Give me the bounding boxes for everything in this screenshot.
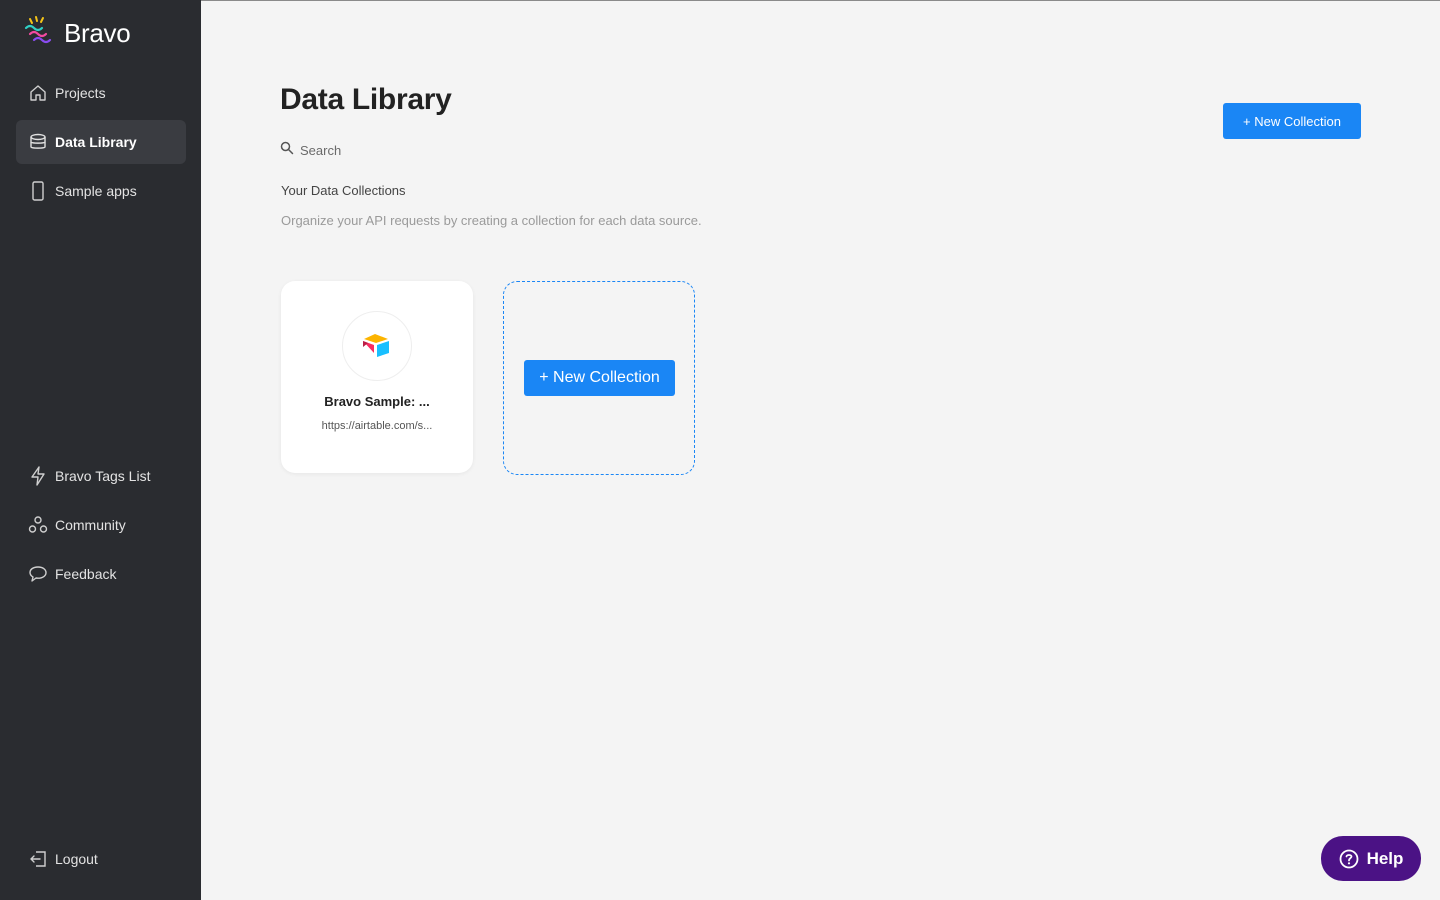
new-collection-card: + New Collection xyxy=(503,281,695,475)
collection-url: https://airtable.com/s... xyxy=(321,420,433,432)
chat-bubble-icon xyxy=(28,564,48,584)
new-collection-button[interactable]: + New Collection xyxy=(1223,103,1361,139)
sidebar-item-label: Feedback xyxy=(55,566,117,582)
section-description: Organize your API requests by creating a… xyxy=(281,213,702,228)
sidebar-item-label: Projects xyxy=(55,85,106,101)
question-circle-icon xyxy=(1339,849,1359,869)
bravo-logo-icon xyxy=(22,14,56,53)
home-icon xyxy=(28,83,48,103)
collection-card[interactable]: Bravo Sample: ... https://airtable.com/s… xyxy=(281,281,473,473)
sidebar-item-label: Community xyxy=(55,517,126,533)
help-button[interactable]: Help xyxy=(1321,836,1421,881)
airtable-logo-icon xyxy=(342,311,412,381)
sidebar-item-community[interactable]: Community xyxy=(16,503,186,547)
sidebar-item-sample-apps[interactable]: Sample apps xyxy=(16,169,186,213)
logout-icon xyxy=(28,849,48,869)
logout-label: Logout xyxy=(55,851,98,867)
sidebar-item-label: Data Library xyxy=(55,134,137,150)
help-label: Help xyxy=(1366,848,1404,868)
sidebar: Bravo Projects Data Library Sample apps … xyxy=(0,0,201,900)
main-content: Data Library + New Collection Your Data … xyxy=(201,0,1440,900)
sidebar-item-projects[interactable]: Projects xyxy=(16,71,186,115)
collection-name: Bravo Sample: ... xyxy=(324,394,430,409)
logout-button[interactable]: Logout xyxy=(16,837,186,881)
sidebar-item-feedback[interactable]: Feedback xyxy=(16,552,186,596)
sidebar-item-label: Bravo Tags List xyxy=(55,468,151,484)
sidebar-item-label: Sample apps xyxy=(55,183,137,199)
search-icon xyxy=(280,141,294,160)
phone-icon xyxy=(28,181,48,201)
search-input[interactable] xyxy=(300,143,560,158)
section-title: Your Data Collections xyxy=(281,183,406,198)
sidebar-item-data-library[interactable]: Data Library xyxy=(16,120,186,164)
app-name: Bravo xyxy=(64,18,131,48)
page-title: Data Library xyxy=(280,83,452,116)
bravo-logo[interactable]: Bravo xyxy=(22,14,131,53)
search-bar xyxy=(280,141,580,160)
lightning-icon xyxy=(28,466,48,486)
sidebar-item-bravo-tags-list[interactable]: Bravo Tags List xyxy=(16,454,186,498)
new-collection-card-button[interactable]: + New Collection xyxy=(524,360,675,396)
community-icon xyxy=(28,515,48,535)
database-icon xyxy=(28,132,48,152)
